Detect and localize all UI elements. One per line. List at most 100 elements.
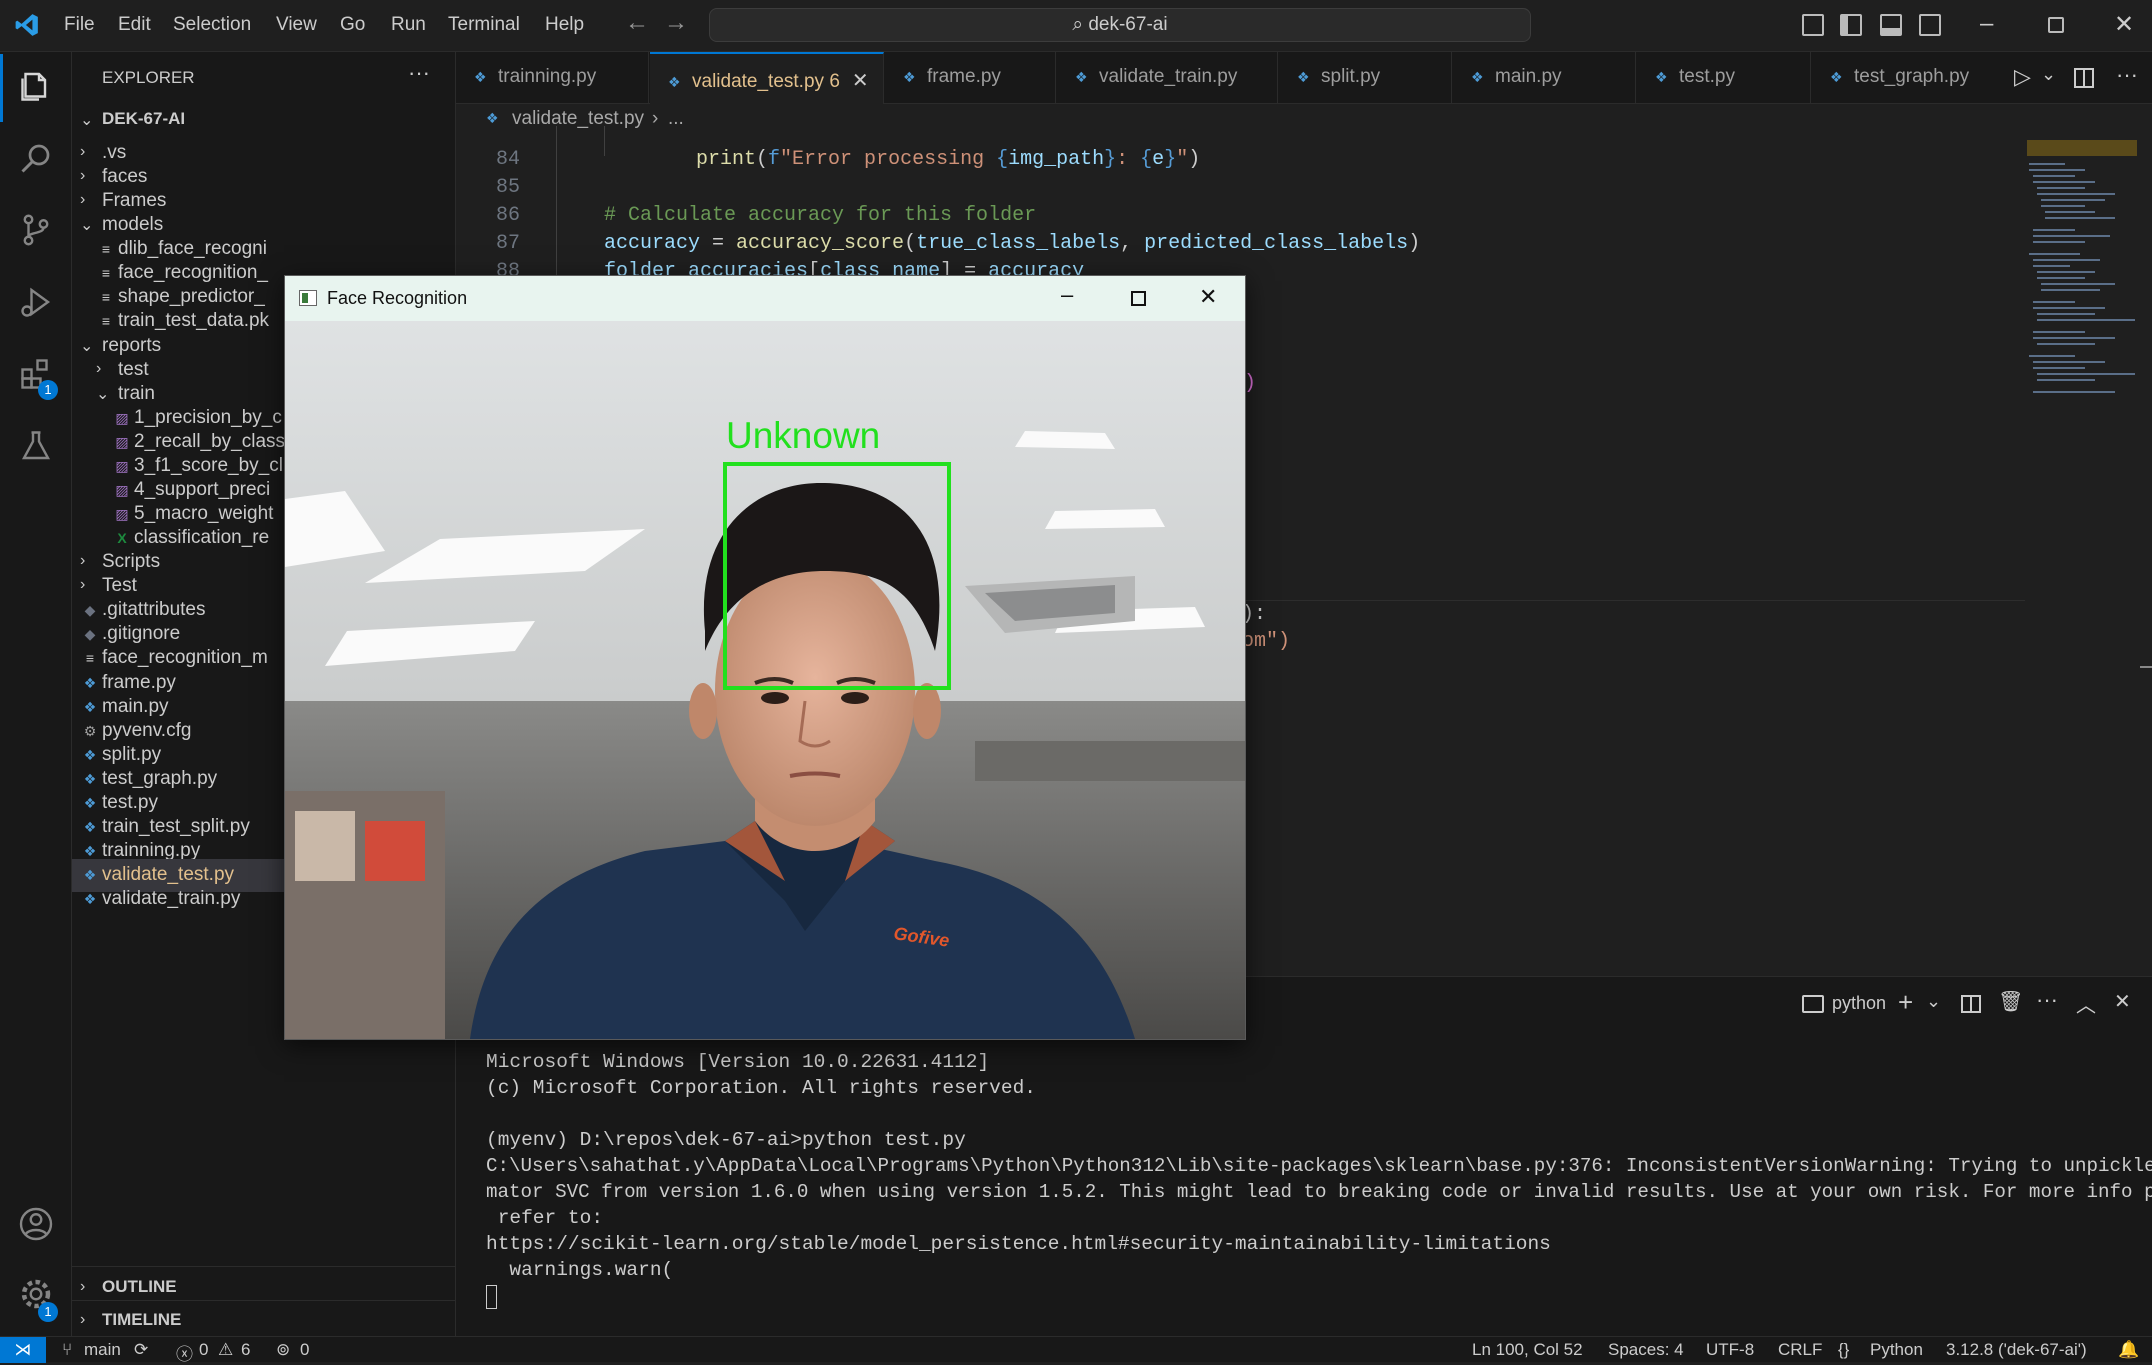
editor-tabs: ❖ trainning.py ❖ validate_test.py 6 ✕ ❖ fram… [456, 52, 2152, 104]
python-file-icon: ❖ [83, 747, 97, 763]
timeline-section[interactable]: › TIMELINE [72, 1305, 455, 1338]
python-file-icon: ❖ [83, 867, 97, 883]
menu-help[interactable]: Help [545, 14, 584, 36]
tab-validate-test[interactable]: ❖ validate_test.py 6 ✕ [650, 52, 884, 104]
more-actions-icon[interactable]: ··· [408, 60, 430, 86]
search-icon[interactable] [18, 140, 54, 176]
more-actions-icon[interactable]: ··· [2116, 62, 2138, 88]
cursor-position[interactable]: Ln 100, Col 52 [1472, 1340, 1583, 1360]
terminal-line: Microsoft Windows [Version 10.0.22631.41… [486, 1051, 990, 1073]
explorer-root[interactable]: ⌄ DEK-67-AI [72, 104, 455, 137]
scroll-position-marker [2140, 666, 2152, 668]
accounts-icon[interactable] [18, 1206, 54, 1242]
language-mode[interactable]: Python [1870, 1340, 1923, 1360]
title-bar: File Edit Selection View Go Run Terminal… [0, 0, 2152, 52]
explorer-icon[interactable] [18, 68, 54, 104]
menu-run[interactable]: Run [391, 14, 426, 36]
more-actions-icon[interactable]: ··· [2036, 987, 2058, 1013]
toggle-primary-sidebar-icon[interactable] [1840, 14, 1862, 36]
tab-split[interactable]: ❖ split.py [1279, 52, 1452, 104]
window-close-icon[interactable]: ✕ [1199, 284, 1217, 310]
minimize-window-icon[interactable]: – [1980, 10, 1993, 38]
restore-window-icon[interactable] [2048, 17, 2064, 33]
new-terminal-icon[interactable]: + [1898, 987, 1913, 1018]
breadcrumb-rest[interactable]: ... [668, 108, 684, 130]
right-ear [913, 683, 941, 739]
error-icon: ⓧ [176, 1345, 193, 1364]
image-file-icon: ▨ [115, 506, 129, 522]
python-file-icon: ❖ [83, 795, 97, 811]
gear-icon: ⚙ [83, 723, 97, 739]
chevron-right-icon: › [80, 552, 86, 569]
tab-label: split.py [1321, 66, 1381, 87]
run-file-icon[interactable]: ▷ [2014, 64, 2031, 90]
minimap[interactable] [2025, 136, 2152, 976]
tab-frame[interactable]: ❖ frame.py [885, 52, 1056, 104]
tree-item-label: face_recognition_m [102, 647, 268, 668]
close-panel-icon[interactable]: ✕ [2114, 989, 2131, 1014]
menu-go[interactable]: Go [340, 14, 365, 36]
breadcrumb: ❖ validate_test.py › ... [456, 106, 2152, 136]
indentation[interactable]: Spaces: 4 [1608, 1340, 1684, 1360]
chevron-down-icon: ⌄ [80, 338, 94, 355]
tab-validate-train[interactable]: ❖ validate_train.py [1057, 52, 1278, 104]
window-minimize-icon[interactable]: – [1061, 282, 1073, 308]
terminal-shell-label[interactable]: python [1832, 993, 1886, 1014]
tree-item-label: train_test_data.pk [118, 310, 270, 331]
terminal-cursor[interactable] [486, 1285, 497, 1309]
maximize-panel-icon[interactable]: ︿ [2076, 989, 2096, 1018]
notifications-bell-icon[interactable]: 🔔 [2118, 1340, 2139, 1360]
window-title-bar[interactable]: Face Recognition – ✕ [285, 276, 1245, 321]
breadcrumb-file[interactable]: validate_test.py [512, 108, 644, 130]
menu-selection[interactable]: Selection [173, 14, 251, 36]
split-terminal-icon[interactable] [1961, 995, 1981, 1013]
tab-test[interactable]: ❖ test.py [1637, 52, 1811, 104]
window-maximize-icon[interactable] [1131, 291, 1146, 306]
source-control-icon[interactable] [18, 212, 54, 248]
back-arrow-icon[interactable]: ← [625, 9, 649, 37]
tab-main[interactable]: ❖ main.py [1453, 52, 1636, 104]
testing-icon[interactable] [18, 428, 54, 464]
sync-icon[interactable]: ⟳ [134, 1340, 148, 1360]
python-interpreter[interactable]: 3.12.8 ('dek-67-ai') [1946, 1340, 2087, 1360]
menu-edit[interactable]: Edit [118, 14, 151, 36]
close-window-icon[interactable]: ✕ [2114, 10, 2134, 39]
menu-terminal[interactable]: Terminal [448, 14, 520, 36]
extensions-badge: 1 [38, 380, 58, 400]
split-editor-icon[interactable] [2074, 68, 2094, 88]
branch-name[interactable]: main [84, 1340, 121, 1360]
line-endings[interactable]: CRLF [1778, 1340, 1822, 1360]
minimap-code [2029, 163, 2135, 393]
image-file-icon: ▨ [115, 434, 129, 450]
tab-test-graph[interactable]: ❖ test_graph.py [1812, 52, 1986, 104]
shelf-box-red [365, 821, 425, 881]
trash-icon[interactable]: 🗑 [1998, 989, 2023, 1014]
tab-trainning[interactable]: ❖ trainning.py [456, 52, 649, 104]
python-file-icon: ❖ [474, 69, 487, 85]
terminal-line: (c) Microsoft Corporation. All rights re… [486, 1077, 1036, 1099]
terminal-line: (myenv) D:\repos\dek-67-ai>python test.p… [486, 1129, 966, 1151]
error-count[interactable]: 0 [199, 1340, 208, 1360]
toggle-panel-icon[interactable] [1880, 14, 1902, 36]
python-file-icon: ❖ [83, 675, 97, 691]
forward-arrow-icon[interactable]: → [664, 9, 688, 37]
warning-count[interactable]: 6 [241, 1340, 250, 1360]
face-recognition-window[interactable]: Face Recognition – ✕ Gofive Unknown [284, 275, 1246, 1040]
code-line: accuracy = accuracy_score(true_class_lab… [604, 232, 1421, 255]
text-file-icon: ≡ [101, 313, 111, 329]
command-center-search[interactable]: ⌕ dek-67-ai [709, 8, 1531, 42]
menu-file[interactable]: File [64, 14, 95, 36]
text-file-icon: ≡ [101, 289, 111, 305]
chevron-down-icon[interactable]: ⌄ [2041, 64, 2056, 85]
close-tab-icon[interactable]: ✕ [852, 70, 869, 92]
encoding[interactable]: UTF-8 [1706, 1340, 1754, 1360]
indent-guide [604, 126, 605, 156]
menu-view[interactable]: View [276, 14, 317, 36]
run-debug-icon[interactable] [18, 284, 54, 320]
chevron-down-icon[interactable]: ⌄ [1926, 991, 1941, 1012]
remote-indicator-icon[interactable]: ⋊ [0, 1337, 46, 1363]
customize-layout-icon[interactable] [1802, 14, 1824, 36]
toggle-secondary-sidebar-icon[interactable] [1919, 14, 1941, 36]
ports-count[interactable]: 0 [300, 1340, 309, 1360]
text-file-icon: ≡ [101, 241, 111, 257]
